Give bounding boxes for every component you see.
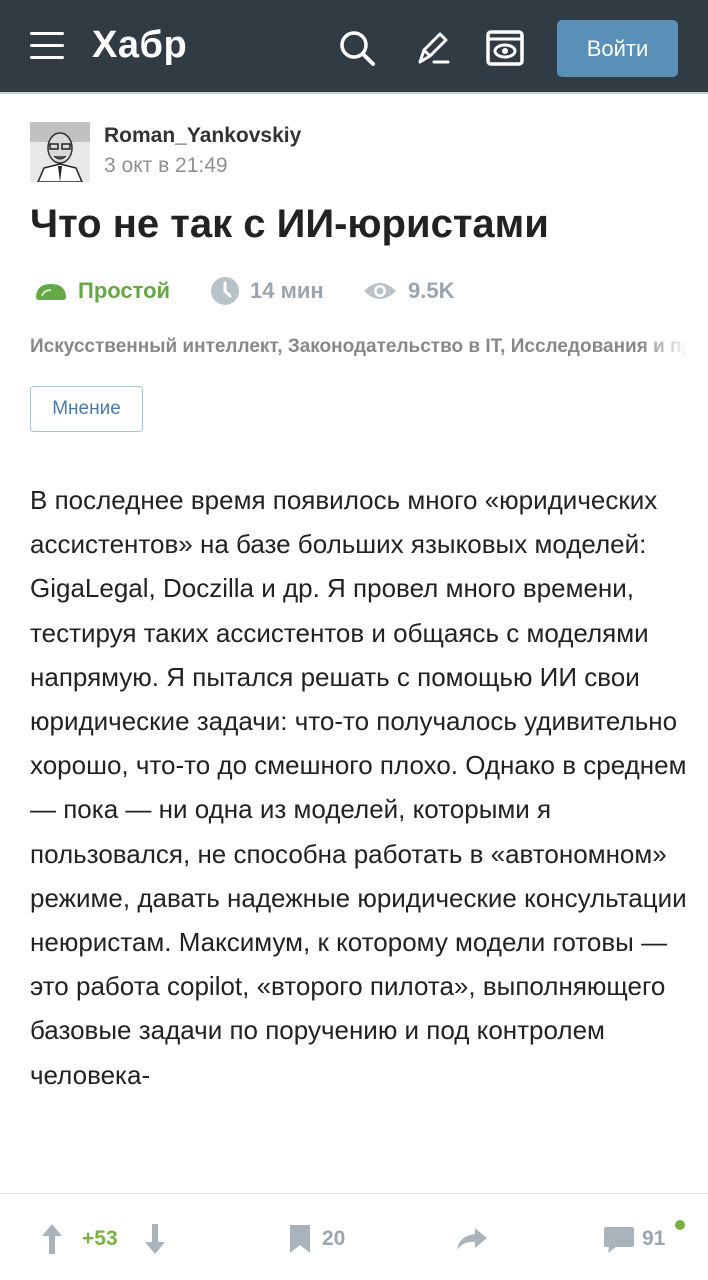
reading-time: 14 мин bbox=[210, 276, 324, 306]
top-header: Хабр Войти bbox=[0, 0, 708, 92]
search-icon[interactable] bbox=[337, 28, 377, 68]
comment-icon[interactable] bbox=[602, 1225, 636, 1255]
complexity-icon bbox=[36, 284, 66, 300]
views-label: 9.5K bbox=[408, 278, 455, 303]
article-body: В последнее время появилось много «юриди… bbox=[30, 485, 687, 1090]
bookmark-icon[interactable] bbox=[288, 1223, 312, 1255]
author-name[interactable]: Roman_Yankovskiy bbox=[104, 124, 301, 148]
votes-count: +53 bbox=[82, 1227, 118, 1250]
reader-mode-icon[interactable] bbox=[485, 28, 525, 68]
arrow-up-icon[interactable] bbox=[40, 1222, 64, 1256]
publish-date: 3 окт в 21:49 bbox=[104, 154, 228, 177]
reading-time-label: 14 мин bbox=[250, 278, 324, 303]
article-title: Что не так с ИИ-юристами bbox=[30, 202, 549, 246]
arrow-down-icon[interactable] bbox=[143, 1222, 167, 1256]
author-avatar[interactable] bbox=[30, 122, 90, 182]
menu-icon[interactable] bbox=[30, 32, 66, 60]
new-comments-indicator bbox=[675, 1220, 685, 1230]
tag-opinion[interactable]: Мнение bbox=[30, 386, 143, 432]
bookmarks-count: 20 bbox=[322, 1227, 346, 1250]
complexity-badge: Простой bbox=[34, 276, 170, 306]
clock-icon bbox=[211, 277, 239, 305]
share-icon[interactable] bbox=[455, 1226, 489, 1252]
eye-icon bbox=[364, 283, 396, 299]
login-button[interactable]: Войти bbox=[557, 20, 678, 77]
habr-logo[interactable]: Хабр bbox=[92, 24, 187, 67]
comments-count[interactable]: 91 bbox=[642, 1227, 665, 1251]
article-hubs[interactable]: Искусственный интеллект, Законодательств… bbox=[30, 336, 684, 358]
write-icon[interactable] bbox=[412, 28, 452, 68]
header-divider bbox=[0, 92, 708, 94]
complexity-label: Простой bbox=[78, 278, 171, 303]
views-counter: 9.5K bbox=[362, 276, 454, 306]
hubs-fade bbox=[640, 330, 690, 366]
